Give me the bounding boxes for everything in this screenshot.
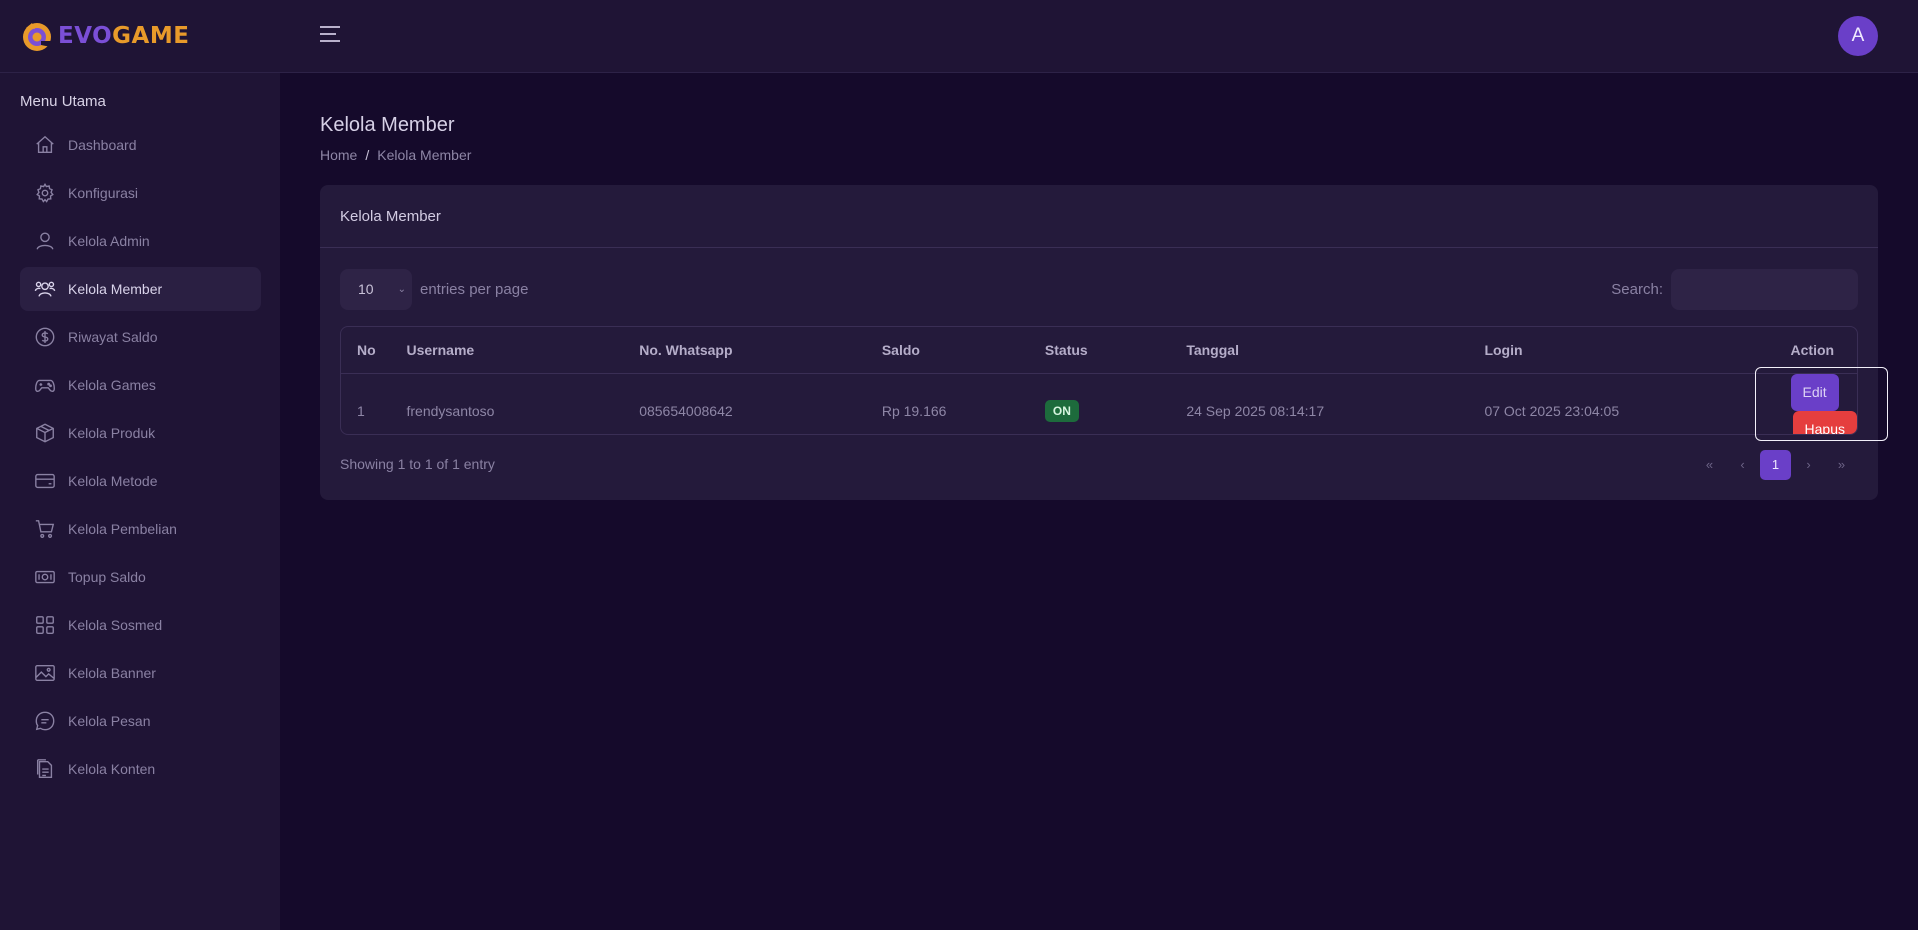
sidebar-item-kelola-games[interactable]: Kelola Games [20, 363, 261, 407]
cell-tanggal: 24 Sep 2025 08:14:17 [1186, 402, 1325, 419]
sidebar-item-konfigurasi[interactable]: Konfigurasi [20, 171, 261, 215]
sidebar-item-label: Konfigurasi [68, 185, 139, 201]
cash-icon [35, 570, 55, 584]
home-icon [36, 135, 54, 154]
sidebar-item-kelola-member[interactable]: Kelola Member [20, 267, 261, 311]
brand-name-part2: GAME [112, 23, 190, 49]
sidebar-item-label: Kelola Konten [68, 761, 156, 777]
pagination-last-button[interactable]: » [1825, 450, 1858, 480]
cell-action: EditHapus [1790, 373, 1857, 434]
cell-saldo: Rp 19.166 [881, 402, 947, 419]
pagination: « ‹ 1 › » [1693, 450, 1858, 480]
cell-status: ON [1044, 373, 1186, 434]
entries-per-page-label: entries per page [420, 281, 529, 298]
menu-toggle-icon[interactable] [320, 26, 340, 44]
sidebar-item-kelola-pesan[interactable]: Kelola Pesan [20, 699, 261, 743]
gamepad-icon [35, 379, 55, 393]
brand-name-part1: EVO [58, 23, 113, 49]
brand-name: EVOGAME [58, 23, 189, 49]
delete-button[interactable]: Hapus [1792, 410, 1857, 434]
sidebar: Menu Utama Dashboard Konfigurasi Kelola … [0, 73, 280, 930]
card-title: Kelola Member [320, 185, 1878, 248]
edit-button[interactable]: Edit [1790, 373, 1839, 411]
column-header-login[interactable]: Login [1484, 327, 1791, 374]
search-input[interactable] [1671, 269, 1858, 310]
sidebar-item-riwayat-saldo[interactable]: Riwayat Saldo [20, 315, 261, 359]
sidebar-item-label: Kelola Admin [68, 233, 150, 249]
chat-icon [35, 711, 55, 731]
sidebar-item-label: Riwayat Saldo [68, 329, 158, 345]
cell-username: frendysantoso [406, 402, 495, 419]
avatar[interactable]: A [1838, 16, 1878, 56]
cart-icon [35, 520, 55, 538]
gear-icon [36, 182, 54, 203]
user-icon [36, 232, 54, 250]
table-info: Showing 1 to 1 of 1 entry [340, 456, 495, 472]
top-bar: EVOGAME A [0, 0, 1918, 73]
sidebar-item-label: Kelola Pembelian [68, 521, 177, 537]
dollar-circle-icon [35, 327, 55, 347]
sidebar-item-label: Kelola Member [68, 281, 163, 297]
sidebar-item-kelola-admin[interactable]: Kelola Admin [20, 219, 261, 263]
column-header-saldo[interactable]: Saldo [881, 327, 1045, 374]
sidebar-item-kelola-produk[interactable]: Kelola Produk [20, 411, 261, 455]
sidebar-item-label: Dashboard [68, 137, 137, 153]
sidebar-item-label: Topup Saldo [68, 569, 146, 585]
column-header-status[interactable]: Status [1044, 327, 1187, 374]
column-header-tanggal[interactable]: Tanggal [1186, 327, 1485, 374]
entries-per-page-value: 10 [358, 281, 374, 297]
box-icon [36, 423, 54, 443]
column-header-action: Action [1790, 327, 1857, 374]
grid-icon [36, 616, 54, 634]
search-label: Search: [1611, 281, 1663, 298]
table-row: 1 frendysantoso 085654008642 Rp 19.166 O… [341, 373, 1857, 434]
pagination-next-button[interactable]: › [1792, 450, 1825, 480]
table-header-row: No Username No. Whatsapp Saldo Status Ta… [341, 327, 1857, 374]
sidebar-menu: Dashboard Konfigurasi Kelola Admin Kelol… [20, 123, 261, 795]
breadcrumb-current: Kelola Member [377, 147, 472, 163]
status-badge: ON [1044, 399, 1079, 422]
document-icon [36, 759, 53, 778]
column-header-username[interactable]: Username [406, 327, 640, 374]
chevron-down-icon: ⌄ [397, 284, 406, 295]
credit-card-icon [35, 473, 55, 489]
breadcrumb: Home / Kelola Member [320, 147, 471, 163]
search-control: Search: [1611, 269, 1858, 310]
image-icon [35, 664, 55, 682]
entries-per-page-select[interactable]: 10 ⌄ [340, 269, 412, 310]
member-table: No Username No. Whatsapp Saldo Status Ta… [340, 326, 1858, 435]
sidebar-item-kelola-pembelian[interactable]: Kelola Pembelian [20, 507, 261, 551]
sidebar-item-label: Kelola Banner [68, 665, 156, 681]
sidebar-item-kelola-metode[interactable]: Kelola Metode [20, 459, 261, 503]
pagination-page-1[interactable]: 1 [1760, 450, 1791, 480]
sidebar-item-kelola-banner[interactable]: Kelola Banner [20, 651, 261, 695]
column-header-no[interactable]: No [341, 327, 407, 374]
dragon-logo-icon [23, 23, 51, 51]
users-icon [34, 281, 56, 297]
member-card: Kelola Member 10 ⌄ entries per page Sear… [320, 185, 1878, 500]
pagination-first-button[interactable]: « [1693, 450, 1726, 480]
sidebar-item-label: Kelola Sosmed [68, 617, 163, 633]
sidebar-item-label: Kelola Games [68, 377, 156, 393]
sidebar-title: Menu Utama [20, 93, 106, 110]
sidebar-item-dashboard[interactable]: Dashboard [20, 123, 261, 167]
breadcrumb-home-link[interactable]: Home [320, 147, 357, 163]
entries-control: 10 ⌄ entries per page [340, 269, 528, 310]
page-title: Kelola Member [320, 114, 455, 136]
sidebar-item-kelola-sosmed[interactable]: Kelola Sosmed [20, 603, 261, 647]
sidebar-item-label: Kelola Produk [68, 425, 156, 441]
column-header-whatsapp[interactable]: No. Whatsapp [639, 327, 882, 374]
brand-logo[interactable]: EVOGAME [20, 19, 189, 53]
breadcrumb-separator: / [365, 147, 370, 163]
pagination-prev-button[interactable]: ‹ [1726, 450, 1759, 480]
sidebar-item-topup-saldo[interactable]: Topup Saldo [20, 555, 261, 599]
sidebar-item-label: Kelola Pesan [68, 713, 151, 729]
cell-whatsapp: 085654008642 [639, 402, 733, 419]
sidebar-item-label: Kelola Metode [68, 473, 158, 489]
cell-login: 07 Oct 2025 23:04:05 [1484, 402, 1620, 419]
cell-no: 1 [357, 402, 365, 419]
sidebar-item-kelola-konten[interactable]: Kelola Konten [20, 747, 261, 791]
